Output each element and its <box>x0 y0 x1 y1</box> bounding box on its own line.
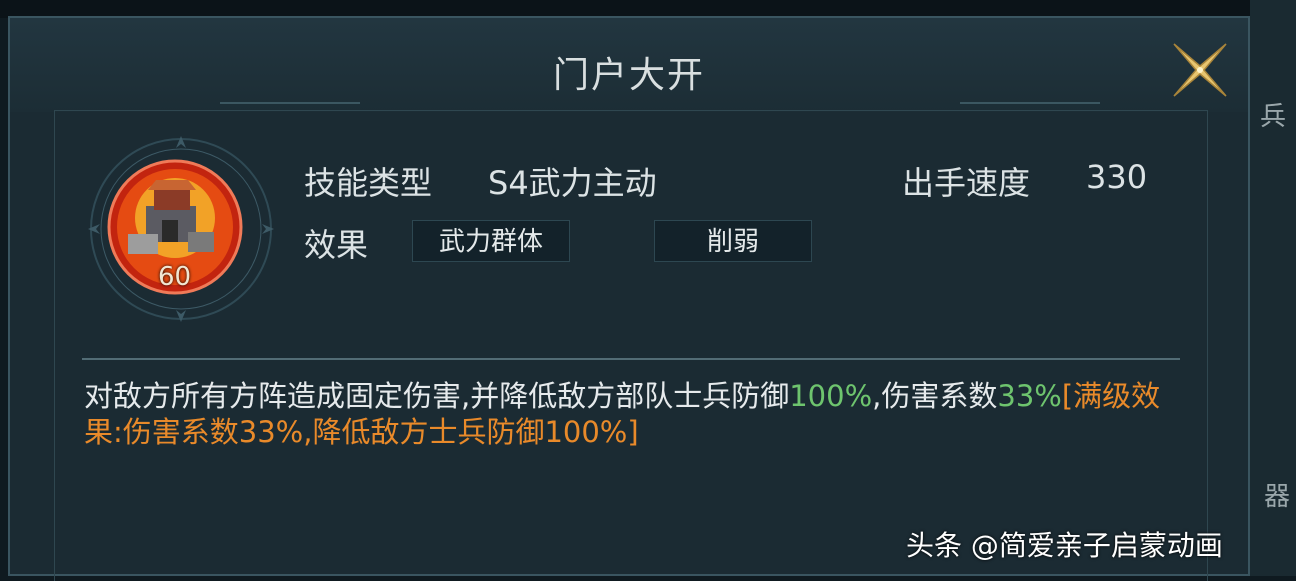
skill-type-label: 技能类型 <box>304 164 433 202</box>
section-divider <box>82 358 1180 360</box>
background-fragment-2: 器 <box>1264 482 1291 512</box>
skill-level-badge: 60 <box>158 262 192 292</box>
background-fragment-1: 兵 <box>1260 102 1287 132</box>
speed-value: 330 <box>1086 158 1148 196</box>
skill-type-value: S4武力主动 <box>488 164 657 202</box>
effect-label: 效果 <box>304 226 369 264</box>
effect-tag-weaken: 削弱 <box>654 220 812 262</box>
skill-description: 对敌方所有方阵造成固定伤害,并降低敌方部队士兵防御100%,伤害系数33%[满级… <box>84 378 1176 450</box>
description-coefficient-value: 33% <box>997 379 1062 413</box>
watermark: 头条 @简爱亲子启蒙动画 <box>906 529 1223 562</box>
skill-icon: 60 <box>88 136 274 322</box>
description-text-2: ,伤害系数 <box>872 379 998 413</box>
title-ornament-left <box>220 102 360 104</box>
description-text: 对敌方所有方阵造成固定伤害,并降低敌方部队士兵防御 <box>84 379 790 413</box>
effect-tag-force-group: 武力群体 <box>412 220 570 262</box>
description-defense-value: 100% <box>789 379 873 413</box>
speed-label: 出手速度 <box>902 164 1031 202</box>
title-ornament-right <box>960 102 1100 104</box>
dialog-title: 门户大开 <box>552 55 705 96</box>
close-icon[interactable] <box>1170 40 1230 100</box>
background-right-panel: 兵 器 <box>1250 0 1296 576</box>
